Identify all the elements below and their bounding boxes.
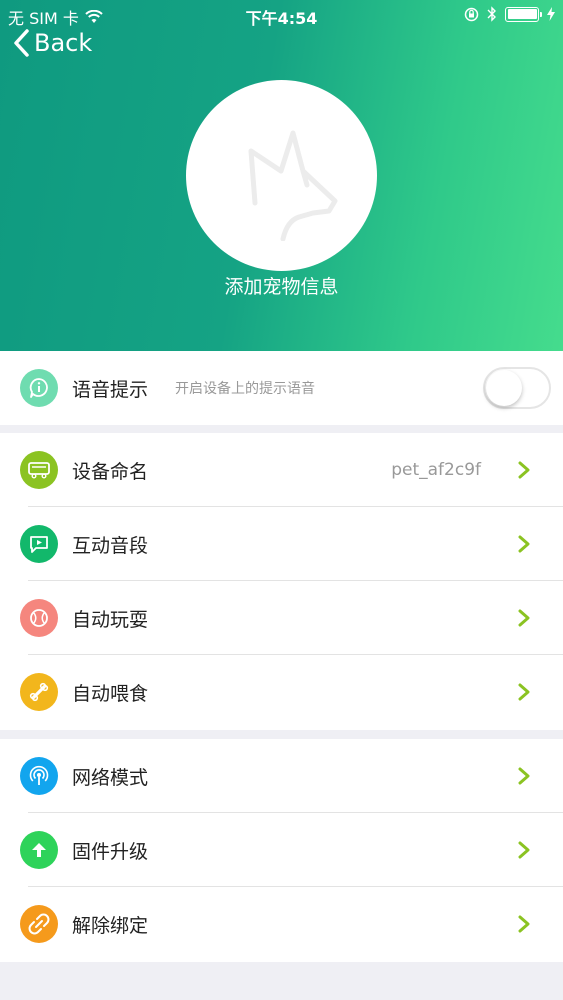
battery-icon (505, 6, 542, 22)
menu-item-auto-feed[interactable]: 自动喂食 (0, 655, 563, 729)
voice-prompt-section: 语音提示 开启设备上的提示语音 (0, 351, 563, 425)
status-bar: 无 SIM 卡 下午4:54 (0, 0, 563, 30)
back-button[interactable]: Back (12, 28, 92, 58)
toggle-knob (486, 370, 522, 406)
menu-item-label: 自动喂食 (72, 682, 149, 705)
menu-item-unbind[interactable]: 解除绑定 (0, 887, 563, 961)
bluetooth-icon (487, 6, 496, 22)
add-pet-info-label[interactable]: 添加宠物信息 (0, 272, 563, 299)
upgrade-icon (20, 831, 58, 869)
menu-item-interactive-audio[interactable]: 互动音段 (0, 507, 563, 581)
voice-prompt-description: 开启设备上的提示语音 (175, 381, 315, 397)
ball-icon (20, 599, 58, 637)
chevron-right-icon (518, 683, 530, 701)
menu-item-label: 网络模式 (72, 766, 149, 789)
device-icon (20, 451, 58, 489)
message-play-icon (20, 525, 58, 563)
chevron-right-icon (518, 535, 530, 553)
device-settings-group: 设备命名 pet_af2c9f 互动音段 自动玩耍 自动喂食 (0, 433, 563, 730)
unlink-icon (20, 905, 58, 943)
menu-item-device-name[interactable]: 设备命名 pet_af2c9f (0, 433, 563, 507)
chevron-right-icon (518, 461, 530, 479)
menu-item-label: 解除绑定 (72, 914, 149, 937)
chevron-right-icon (518, 767, 530, 785)
voice-prompt-label: 语音提示 (72, 378, 149, 401)
menu-item-label: 互动音段 (72, 534, 149, 557)
voice-prompt-row: 语音提示 开启设备上的提示语音 (0, 351, 563, 425)
header-hero: 无 SIM 卡 下午4:54 Back 添加宠物信息 (0, 0, 563, 351)
pet-avatar-button[interactable] (186, 80, 377, 271)
chevron-right-icon (518, 609, 530, 627)
system-settings-group: 网络模式 固件升级 解除绑定 (0, 739, 563, 962)
chevron-right-icon (518, 841, 530, 859)
charging-icon (547, 7, 555, 21)
bone-icon (20, 673, 58, 711)
menu-item-label: 固件升级 (72, 840, 149, 863)
menu-item-firmware-upgrade[interactable]: 固件升级 (0, 813, 563, 887)
menu-item-label: 设备命名 (72, 460, 149, 483)
menu-item-auto-play[interactable]: 自动玩耍 (0, 581, 563, 655)
chevron-left-icon (14, 29, 29, 57)
info-icon (20, 369, 58, 407)
menu-item-label: 自动玩耍 (72, 608, 149, 631)
device-name-value: pet_af2c9f (391, 460, 481, 480)
voice-prompt-toggle[interactable] (483, 367, 551, 409)
chevron-right-icon (518, 915, 530, 933)
dog-icon (248, 130, 337, 241)
signal-icon (20, 757, 58, 795)
orientation-lock-icon (464, 7, 479, 21)
menu-item-network-mode[interactable]: 网络模式 (0, 739, 563, 813)
back-label: Back (34, 29, 93, 57)
